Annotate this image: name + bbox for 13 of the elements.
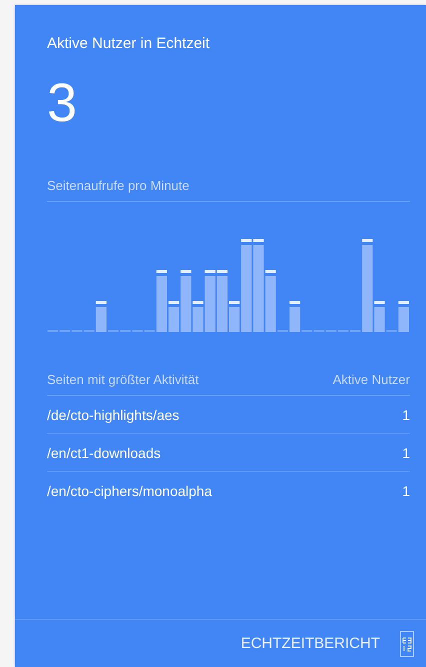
realtime-report-link[interactable]: ECHTZEITBERICHT <box>240 635 380 652</box>
page-path: /de/cto-highlights/aes <box>47 406 180 422</box>
chart-label: Seitenaufrufe pro Minute <box>47 178 410 202</box>
column-header: Aktive Nutzer <box>332 372 410 387</box>
user-count: 1 <box>402 406 410 422</box>
page-path: /en/cto-ciphers/monoalpha <box>47 482 212 498</box>
card-title: Aktive Nutzer in Echtzeit <box>47 35 211 53</box>
active-users-count: 3 <box>47 73 78 133</box>
user-count: 1 <box>402 482 410 498</box>
column-header: Seiten mit größter Aktivität <box>47 372 199 387</box>
report-icon[interactable] <box>400 630 414 656</box>
page-path: /en/ct1-downloads <box>47 444 161 460</box>
user-count: 1 <box>402 444 410 460</box>
